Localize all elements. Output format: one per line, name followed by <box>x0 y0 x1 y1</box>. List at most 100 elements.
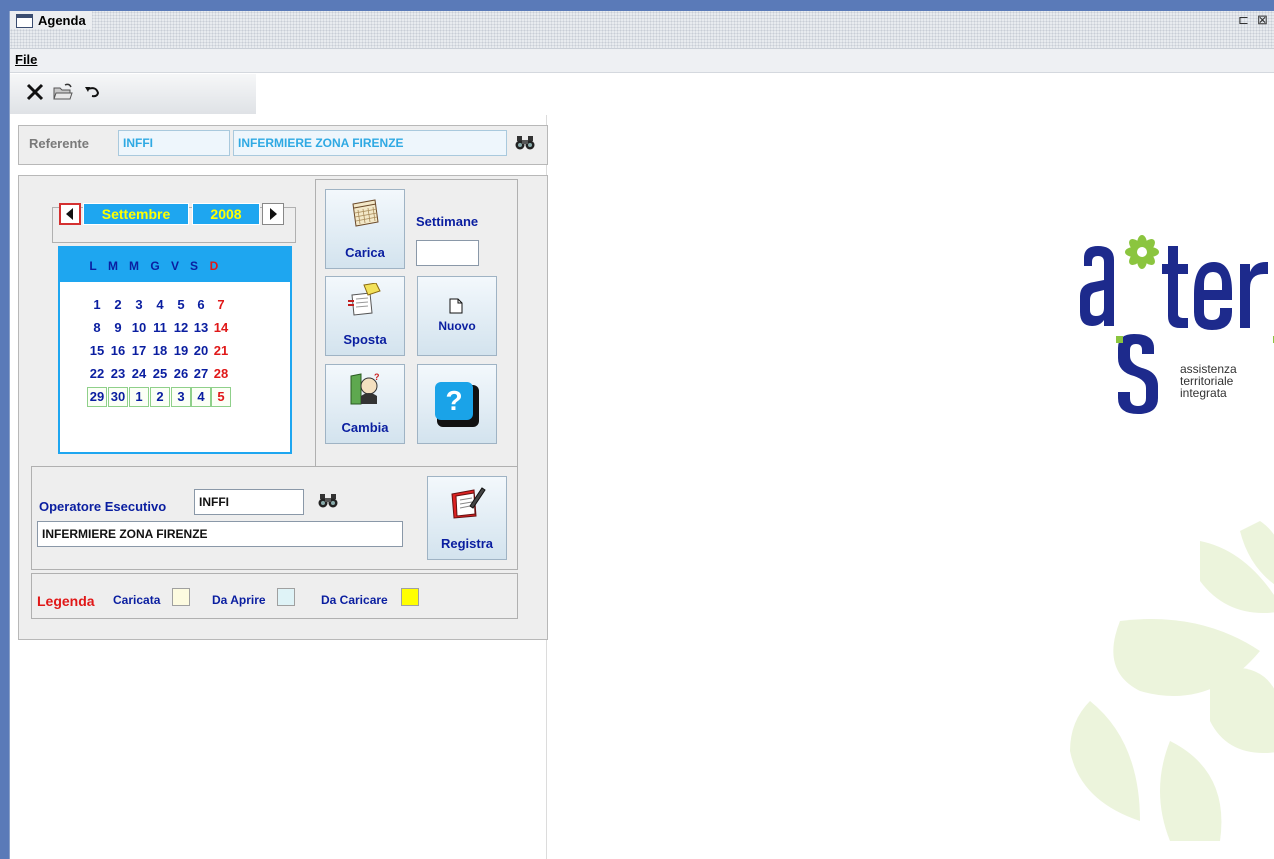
weekday-label: G <box>150 259 160 273</box>
calendar-day[interactable]: 2 <box>150 387 170 407</box>
person-book-icon: ? <box>350 372 380 405</box>
weekday-header: L M M G V S D <box>60 248 290 282</box>
operatore-label: Operatore Esecutivo <box>39 499 167 514</box>
legend-item-da-caricare: Da Caricare <box>321 593 388 607</box>
referente-label: Referente <box>29 136 89 151</box>
calendar-day[interactable]: 28 <box>211 366 231 381</box>
month-selector[interactable]: Settembre <box>83 203 189 225</box>
carica-button[interactable]: Carica <box>325 189 405 269</box>
nuovo-button[interactable]: Nuovo <box>417 276 497 356</box>
undo-icon[interactable] <box>82 81 104 103</box>
calendar-day[interactable]: 4 <box>191 387 211 407</box>
calendar-day[interactable]: 19 <box>171 343 191 358</box>
settimane-input[interactable] <box>416 240 479 266</box>
weekday-label: L <box>89 259 97 273</box>
calendar-day[interactable]: 7 <box>211 297 231 312</box>
window-title: Agenda <box>38 13 86 28</box>
calendar-day[interactable]: 16 <box>108 343 128 358</box>
window-title-wrap: Agenda <box>10 11 92 29</box>
calendar-day[interactable]: 2 <box>108 297 128 312</box>
operatore-description-field[interactable]: INFERMIERE ZONA FIRENZE <box>37 521 403 547</box>
calendar-day[interactable]: 14 <box>211 320 231 335</box>
calendar-day[interactable]: 1 <box>129 387 149 407</box>
nuovo-label: Nuovo <box>438 319 476 333</box>
calendar-day[interactable]: 5 <box>171 297 191 312</box>
calendar-day[interactable]: 27 <box>191 366 211 381</box>
legend-swatch-caricata <box>172 588 190 606</box>
settimane-label: Settimane <box>416 214 479 229</box>
referente-description-field[interactable]: INFERMIERE ZONA FIRENZE <box>233 130 507 156</box>
weekday-label: D <box>209 259 219 273</box>
help-button[interactable]: ? <box>417 364 497 444</box>
calendar-day[interactable]: 9 <box>108 320 128 335</box>
legend-swatch-da-caricare <box>401 588 419 606</box>
calendar-day[interactable]: 18 <box>150 343 170 358</box>
cambia-label: Cambia <box>341 420 389 435</box>
legend-item-caricata: Caricata <box>113 593 161 607</box>
legenda-title: Legenda <box>37 593 95 609</box>
calendar-day[interactable]: 10 <box>129 320 149 335</box>
legend-item-da-aprire: Da Aprire <box>212 593 266 607</box>
calendar-day[interactable]: 4 <box>150 297 170 312</box>
toolbar <box>10 74 256 114</box>
year-selector[interactable]: 2008 <box>192 203 260 225</box>
open-folder-icon[interactable] <box>52 81 74 103</box>
restore-icon[interactable]: ⊏ <box>1238 12 1249 28</box>
calendar-day[interactable]: 6 <box>191 297 211 312</box>
calendar-day[interactable]: 29 <box>87 387 107 407</box>
next-month-button[interactable] <box>262 203 284 225</box>
agenda-window: Agenda ⊏ ⊠ File Referente INFFI INFERMIE… <box>9 11 1274 859</box>
calendar-day[interactable]: 17 <box>129 343 149 358</box>
calendar-day[interactable]: 11 <box>150 320 170 335</box>
cambia-button[interactable]: ? Cambia <box>325 364 405 444</box>
calendar-day[interactable]: 1 <box>87 297 107 312</box>
calendar-day[interactable]: 5 <box>211 387 231 407</box>
calendar-day[interactable]: 13 <box>191 320 211 335</box>
weekday-label: M <box>108 259 118 273</box>
referente-search-icon[interactable] <box>515 135 535 151</box>
weekday-label: V <box>170 259 179 273</box>
calendar-icon <box>352 199 379 227</box>
menu-file[interactable]: File <box>15 52 37 67</box>
logo-tagline: assistenza territoriale integrata <box>1180 363 1237 399</box>
maximize-icon[interactable]: ⊠ <box>1257 12 1268 28</box>
sposta-label: Sposta <box>343 332 387 347</box>
registra-label: Registra <box>440 536 494 551</box>
close-icon[interactable] <box>24 81 46 103</box>
logo-tagline-line: integrata <box>1180 386 1227 400</box>
legenda-box <box>31 573 518 619</box>
legend-swatch-da-aprire <box>277 588 295 606</box>
weekday-label: S <box>189 259 198 273</box>
weekday-label: M <box>129 259 139 273</box>
referente-code-field[interactable]: INFFI <box>118 130 230 156</box>
calendar-day[interactable]: 3 <box>171 387 191 407</box>
move-icon <box>348 283 381 316</box>
operatore-search-icon[interactable] <box>318 493 338 509</box>
calendar-day[interactable]: 24 <box>129 366 149 381</box>
calendar-day[interactable]: 3 <box>129 297 149 312</box>
calendar-day[interactable]: 12 <box>171 320 191 335</box>
register-icon <box>451 487 486 519</box>
calendar-day[interactable]: 21 <box>211 343 231 358</box>
calendar-day[interactable]: 20 <box>191 343 211 358</box>
calendar-grid: L M M G V S D 1 2 3 4 5 6 7 8 9 10 11 12… <box>58 246 292 454</box>
calendar-day[interactable]: 25 <box>150 366 170 381</box>
svg-text:?: ? <box>374 372 380 382</box>
operatore-code-field[interactable]: INFFI <box>194 489 304 515</box>
calendar-day[interactable]: 8 <box>87 320 107 335</box>
menu-bar: File <box>10 49 1274 73</box>
background-leaf-decoration <box>1060 501 1274 841</box>
calendar-day[interactable]: 15 <box>87 343 107 358</box>
registra-button[interactable]: Registra <box>427 476 507 560</box>
calendar-day[interactable]: 26 <box>171 366 191 381</box>
sposta-button[interactable]: Sposta <box>325 276 405 356</box>
window-icon <box>16 14 33 28</box>
prev-month-button[interactable] <box>59 203 81 225</box>
calendar-day[interactable]: 23 <box>108 366 128 381</box>
aster-logo: assistenza territoriale integrata <box>1070 216 1274 426</box>
carica-label: Carica <box>345 245 385 260</box>
calendar-day[interactable]: 22 <box>87 366 107 381</box>
calendar-day[interactable]: 30 <box>108 387 128 407</box>
new-document-icon <box>449 298 463 314</box>
help-icon: ? <box>435 382 473 420</box>
